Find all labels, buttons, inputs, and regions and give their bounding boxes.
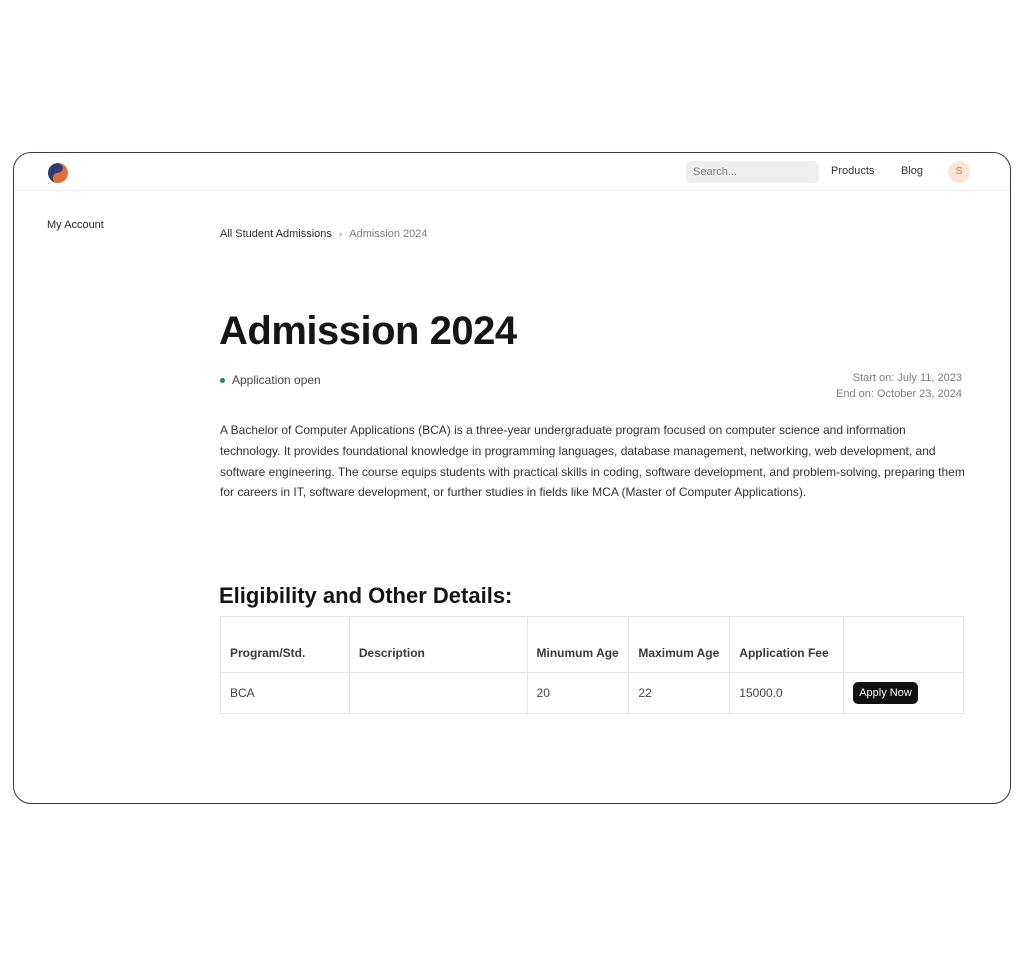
- column-header-min-age: Minumum Age: [526, 616, 630, 673]
- cell-min-age: 20: [526, 672, 630, 714]
- nav-link-products[interactable]: Products: [831, 165, 874, 177]
- column-header-action: [843, 616, 964, 673]
- nav-link-blog[interactable]: Blog: [901, 165, 923, 177]
- app-window: Products Blog S My Account All Student A…: [13, 152, 1011, 804]
- status-label: Application open: [232, 373, 321, 387]
- eligibility-section-title: Eligibility and Other Details:: [219, 583, 513, 608]
- column-header-max-age: Maximum Age: [628, 616, 731, 673]
- cell-program: BCA: [220, 672, 350, 714]
- cell-max-age: 22: [628, 672, 731, 714]
- status-dot-icon: [220, 377, 225, 383]
- column-header-description: Description: [348, 616, 528, 673]
- user-avatar[interactable]: S: [948, 161, 970, 183]
- breadcrumb: All Student Admissions › Admission 2024: [220, 228, 428, 240]
- program-description: A Bachelor of Computer Applications (BCA…: [220, 423, 965, 500]
- table-header-row: Program/Std. Description Minumum Age Max…: [220, 616, 964, 673]
- search-input[interactable]: [686, 161, 819, 183]
- eligibility-table: Program/Std. Description Minumum Age Max…: [220, 616, 964, 714]
- brand-logo-icon[interactable]: [47, 162, 69, 184]
- table-row: BCA 20 22 15000.0 Apply Now: [220, 672, 964, 714]
- chevron-right-icon: ›: [338, 228, 343, 240]
- top-navbar: Products Blog S: [14, 153, 1010, 191]
- breadcrumb-link-all-admissions[interactable]: All Student Admissions: [220, 228, 332, 240]
- cell-action: Apply Now: [843, 672, 964, 714]
- end-date: End on: October 23, 2024: [836, 388, 962, 400]
- cell-application-fee: 15000.0: [729, 672, 845, 714]
- start-date: Start on: July 11, 2023: [852, 372, 962, 384]
- cell-description: [348, 672, 528, 714]
- page-title: Admission 2024: [219, 309, 517, 353]
- apply-now-button[interactable]: Apply Now: [853, 682, 918, 704]
- breadcrumb-current: Admission 2024: [349, 228, 428, 240]
- column-header-application-fee: Application Fee: [729, 616, 845, 673]
- status-badge: Application open: [220, 373, 321, 387]
- admission-dates: Start on: July 11, 2023 End on: October …: [836, 370, 962, 402]
- sidebar-item-my-account[interactable]: My Account: [47, 219, 104, 231]
- column-header-program: Program/Std.: [220, 616, 350, 673]
